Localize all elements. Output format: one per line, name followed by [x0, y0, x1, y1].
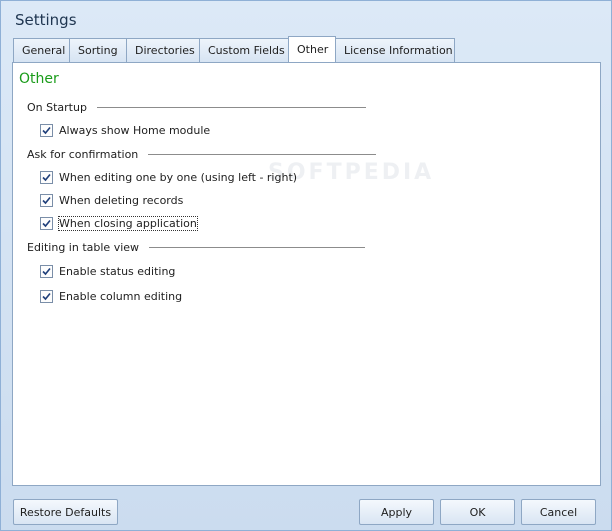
checkbox-checked-icon[interactable] [40, 264, 53, 278]
group-editing-in-table-view: Editing in table view [27, 240, 366, 254]
group-divider [149, 246, 366, 248]
tab-directories[interactable]: Directories [126, 38, 200, 62]
group-label: Ask for confirmation [27, 147, 139, 161]
checkbox-label: When editing one by one (using left - ri… [59, 170, 298, 184]
confirm-editing-checkbox[interactable]: When editing one by one (using left - ri… [40, 169, 297, 185]
tab-general[interactable]: General [13, 38, 70, 62]
window-title: Settings [15, 11, 77, 29]
tab-other[interactable]: Other [288, 36, 336, 62]
settings-panel: Other SOFTPEDIA On Startup Always show H… [12, 62, 601, 486]
group-divider [96, 106, 366, 108]
group-label: On Startup [27, 100, 87, 114]
group-label: Editing in table view [27, 240, 140, 254]
confirm-deleting-checkbox[interactable]: When deleting records [40, 192, 183, 208]
group-on-startup: On Startup [27, 100, 366, 114]
ok-button[interactable]: OK [440, 499, 515, 525]
checkbox-checked-icon[interactable] [40, 216, 53, 230]
panel-title: Other [19, 71, 59, 87]
enable-status-editing-checkbox[interactable]: Enable status editing [40, 263, 175, 279]
tab-custom-fields[interactable]: Custom Fields [199, 38, 289, 62]
checkbox-label: When closing application [58, 215, 198, 231]
group-divider [148, 153, 377, 155]
checkbox-label: Always show Home module [59, 123, 211, 137]
cancel-button[interactable]: Cancel [521, 499, 596, 525]
tab-bar: General Sorting Directories Custom Field… [13, 36, 455, 63]
tab-license-information[interactable]: License Information [335, 38, 455, 62]
checkbox-checked-icon[interactable] [40, 123, 53, 137]
restore-defaults-button[interactable]: Restore Defaults [13, 499, 118, 525]
always-show-home-checkbox[interactable]: Always show Home module [40, 122, 210, 138]
group-ask-for-confirmation: Ask for confirmation [27, 147, 377, 161]
enable-column-editing-checkbox[interactable]: Enable column editing [40, 288, 182, 304]
checkbox-label: Enable status editing [59, 264, 176, 278]
tab-sorting[interactable]: Sorting [69, 38, 127, 62]
settings-window: Settings General Sorting Directories Cus… [0, 0, 612, 531]
checkbox-checked-icon[interactable] [40, 289, 53, 303]
checkbox-checked-icon[interactable] [40, 193, 53, 207]
checkbox-checked-icon[interactable] [40, 170, 53, 184]
checkbox-label: When deleting records [59, 193, 184, 207]
checkbox-label: Enable column editing [59, 289, 183, 303]
apply-button[interactable]: Apply [359, 499, 434, 525]
confirm-closing-checkbox[interactable]: When closing application [40, 215, 198, 231]
